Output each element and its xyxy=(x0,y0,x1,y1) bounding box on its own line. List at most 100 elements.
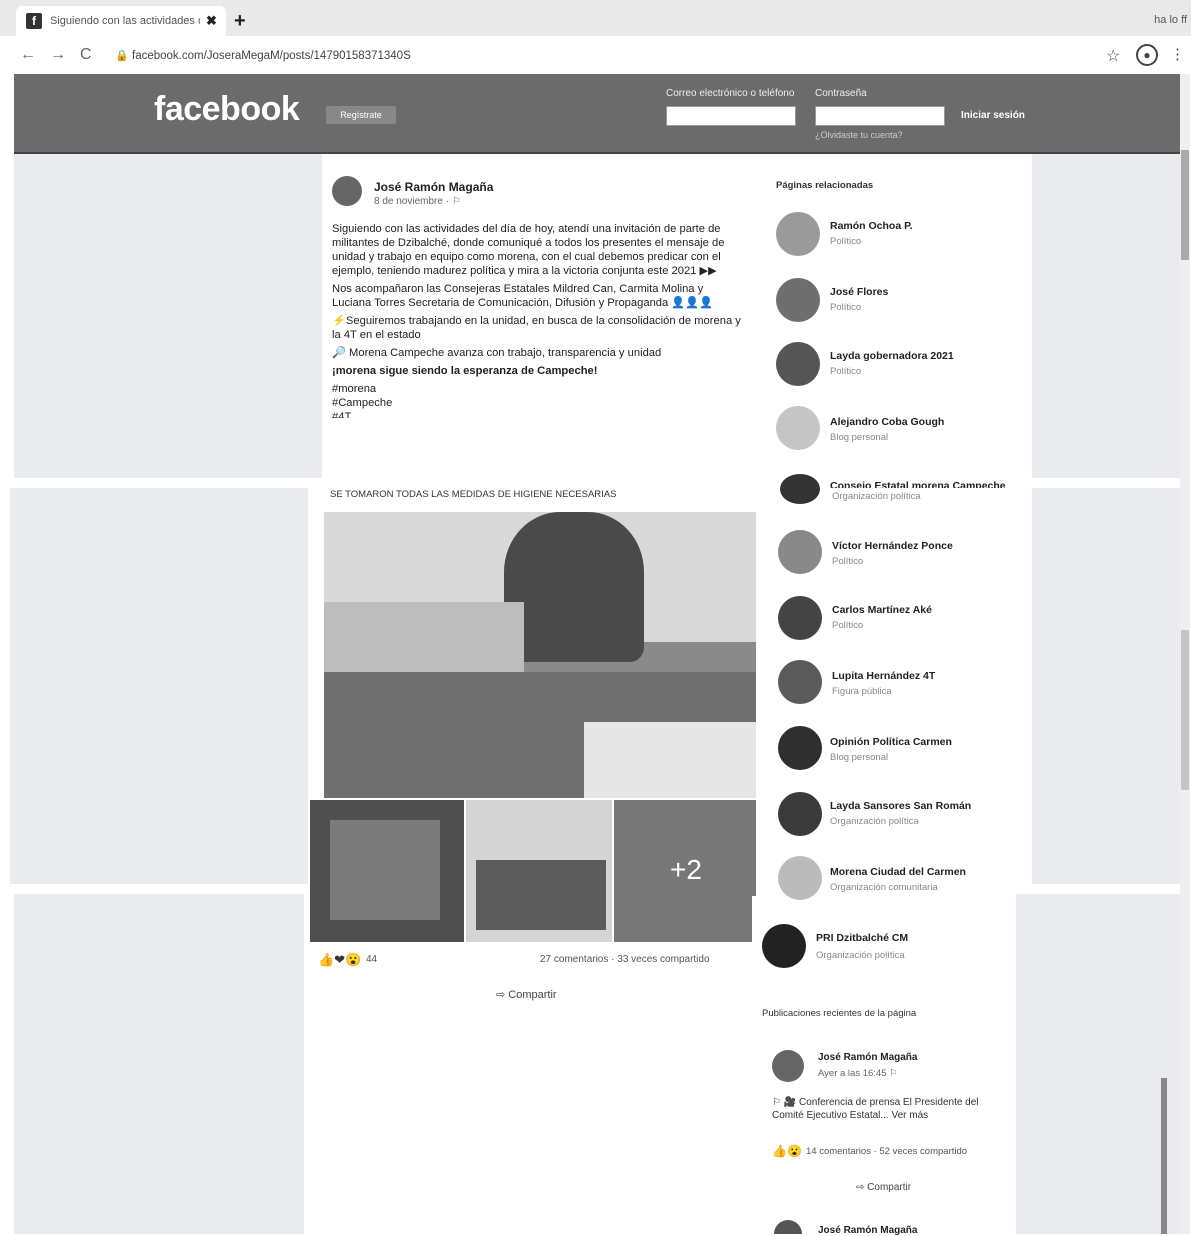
related-page-category: Político xyxy=(830,366,862,377)
account-icon[interactable]: ● xyxy=(1136,44,1158,66)
post-reactions-bar: 👍❤😮 44 27 comentarios · 33 veces compart… xyxy=(308,942,738,1010)
related-page-category: Blog personal xyxy=(830,752,889,763)
page-avatar[interactable] xyxy=(776,278,820,322)
related-page-category: Blog personal xyxy=(830,432,889,443)
page-avatar[interactable] xyxy=(778,530,822,574)
email-field[interactable] xyxy=(666,106,796,126)
recent-post-author[interactable]: José Ramón Magaña xyxy=(818,1225,917,1236)
related-page-name[interactable]: José Flores xyxy=(830,286,888,298)
bookmark-star-icon[interactable]: ☆ xyxy=(1106,46,1120,66)
facebook-header: facebook Regístrate Correo electrónico o… xyxy=(14,74,1180,154)
page-background xyxy=(1032,152,1180,478)
recent-post-author[interactable]: José Ramón Magaña xyxy=(818,1052,917,1063)
post-author[interactable]: José Ramón Magaña xyxy=(374,180,493,194)
scrollbar-thumb[interactable] xyxy=(1181,630,1189,790)
related-pages-title: Páginas relacionadas xyxy=(776,180,874,191)
page-background xyxy=(1030,488,1180,884)
related-page-name[interactable]: Alejandro Coba Gough xyxy=(830,416,944,428)
lock-icon: 🔒 xyxy=(115,50,129,62)
page-avatar[interactable] xyxy=(762,924,806,968)
related-page-name[interactable]: Lupita Hernández 4T xyxy=(832,670,935,682)
hashtag-link[interactable]: #4T xyxy=(332,410,742,418)
post-paragraph: 🔎 Morena Campeche avanza con trabajo, tr… xyxy=(332,347,662,359)
new-tab-button[interactable]: + xyxy=(234,10,246,33)
hashtag-link[interactable]: #morena xyxy=(332,382,742,396)
related-page-name[interactable]: Layda gobernadora 2021 xyxy=(830,350,954,362)
post-photo-2[interactable] xyxy=(310,800,464,942)
url-field[interactable]: facebook.com/JoseraMegaM/posts/147901583… xyxy=(132,50,411,62)
comments-shares-count[interactable]: 14 comentarios · 52 veces compartido xyxy=(806,1146,967,1157)
page-avatar[interactable] xyxy=(778,726,822,770)
related-page-category: Figura pública xyxy=(832,686,892,697)
close-tab-icon[interactable]: ✖ xyxy=(206,13,217,29)
password-field[interactable] xyxy=(815,106,945,126)
post-photo-more[interactable]: +2 xyxy=(614,800,756,942)
post-paragraph: ¡morena sigue siendo la esperanza de Cam… xyxy=(332,365,598,377)
author-avatar[interactable] xyxy=(772,1050,804,1082)
related-page-name[interactable]: Víctor Hernández Ponce xyxy=(832,540,953,552)
post-date[interactable]: 8 de noviembre · ⚐ xyxy=(374,196,461,207)
browser-tab-strip: f Siguiendo con las actividades d ✖ + ha… xyxy=(0,0,1191,36)
signup-button[interactable]: Regístrate xyxy=(326,106,396,124)
window-corner-text: ha lo ff xyxy=(1154,14,1187,26)
page-avatar[interactable] xyxy=(776,406,820,450)
facebook-logo[interactable]: facebook xyxy=(154,90,300,129)
post-body: Siguiendo con las actividades del día de… xyxy=(332,222,742,418)
more-photos-count[interactable]: +2 xyxy=(670,854,702,886)
related-page-category: Organización política xyxy=(832,491,921,502)
reaction-icons[interactable]: 👍❤😮 xyxy=(318,952,361,968)
share-button[interactable]: ⇨ Compartir xyxy=(496,988,557,1001)
related-page-name[interactable]: Opinión Política Carmen xyxy=(830,736,952,748)
related-page-name[interactable]: Consejo Estatal morena Campeche xyxy=(830,480,1010,488)
author-avatar[interactable] xyxy=(332,176,362,206)
related-page-category: Político xyxy=(830,236,862,247)
related-page-category: Político xyxy=(832,556,864,567)
page-avatar[interactable] xyxy=(778,792,822,836)
page-avatar[interactable] xyxy=(776,342,820,386)
forgot-account-link[interactable]: ¿Olvidaste tu cuenta? xyxy=(815,130,903,140)
post-paragraph: Nos acompañaron las Consejeras Estatales… xyxy=(332,283,714,309)
recent-post-date[interactable]: Ayer a las 16:45 ⚐ xyxy=(818,1068,898,1079)
back-arrow-icon[interactable]: ← xyxy=(20,46,36,64)
related-page-name[interactable]: Ramón Ochoa P. xyxy=(830,220,913,232)
scrollbar-thumb[interactable] xyxy=(1181,150,1189,260)
address-bar: ← → C 🔒 facebook.com/JoseraMegaM/posts/1… xyxy=(0,36,1191,76)
reload-icon[interactable]: C xyxy=(80,46,92,64)
post-photo-main[interactable] xyxy=(324,512,756,798)
related-page-name[interactable]: Layda Sansores San Román xyxy=(830,800,971,812)
page-avatar[interactable] xyxy=(776,212,820,256)
post-card: José Ramón Magaña 8 de noviembre · ⚐ Sig… xyxy=(322,168,756,486)
browser-tab[interactable]: f Siguiendo con las actividades d ✖ xyxy=(16,6,226,36)
page-background xyxy=(14,894,304,1234)
page-avatar[interactable] xyxy=(778,596,822,640)
related-page-category: Político xyxy=(832,620,864,631)
reaction-count[interactable]: 44 xyxy=(366,954,377,965)
comments-shares-count[interactable]: 27 comentarios · 33 veces compartido xyxy=(540,954,710,965)
related-page-category: Político xyxy=(830,302,862,313)
recent-post-text: ⚐ 🎥 Conferencia de prensa El Presidente … xyxy=(772,1097,979,1121)
related-page-name[interactable]: Morena Ciudad del Carmen xyxy=(830,866,966,878)
scrollbar-thumb[interactable] xyxy=(1161,1078,1167,1234)
facebook-favicon-icon: f xyxy=(26,13,42,29)
email-label: Correo electrónico o teléfono xyxy=(666,88,795,99)
post-paragraph: Siguiendo con las actividades del día de… xyxy=(332,223,725,277)
page-background xyxy=(14,152,322,478)
password-label: Contraseña xyxy=(815,88,867,99)
hashtag-link[interactable]: #Campeche xyxy=(332,396,742,410)
related-page-category: Organización política xyxy=(830,816,919,827)
page-background xyxy=(10,488,308,884)
login-button[interactable]: Iniciar sesión xyxy=(961,110,1025,121)
related-page-name[interactable]: PRI Dzitbalché CM xyxy=(816,932,908,944)
page-avatar[interactable] xyxy=(780,474,820,504)
photo-caption: SE TOMARON TODAS LAS MEDIDAS DE HIGIENE … xyxy=(330,489,617,500)
post-photo-3[interactable] xyxy=(466,800,612,942)
forward-arrow-icon[interactable]: → xyxy=(50,46,66,64)
page-avatar[interactable] xyxy=(778,856,822,900)
menu-kebab-icon[interactable]: ⋮ xyxy=(1170,45,1185,63)
share-button[interactable]: ⇨ Compartir xyxy=(856,1182,911,1193)
recent-posts-title: Publicaciones recientes de la página xyxy=(762,1008,917,1019)
page-avatar[interactable] xyxy=(778,660,822,704)
reaction-icons[interactable]: 👍😮 xyxy=(772,1144,802,1158)
related-page-category: Organización comunitaria xyxy=(830,882,938,893)
related-page-name[interactable]: Carlos Martínez Aké xyxy=(832,604,932,616)
